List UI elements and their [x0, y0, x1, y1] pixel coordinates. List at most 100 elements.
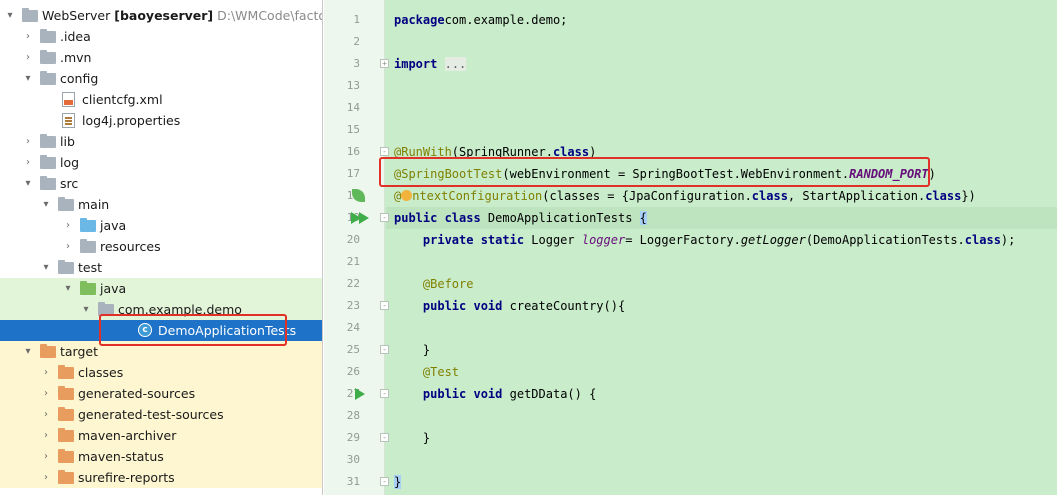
tree-item-label: maven-archiver	[78, 428, 177, 443]
code-line[interactable]: @Test	[394, 361, 459, 383]
chevron-down-icon[interactable]: ▾	[22, 68, 34, 89]
tree-item-label: maven-status	[78, 449, 164, 464]
chevron-down-icon[interactable]: ▾	[40, 257, 52, 278]
code-line[interactable]: @Before	[394, 273, 474, 295]
editor-gutter: 1231314151617181920212223242526272829303…	[324, 0, 385, 495]
code-line[interactable]: private static Logger logger= LoggerFact…	[394, 229, 1015, 251]
tree-item[interactable]: › surefire-reports	[0, 467, 322, 488]
chevron-down-icon[interactable]: ▾	[40, 194, 52, 215]
chevron-down-icon[interactable]: ▾	[80, 299, 92, 320]
fold-collapse-icon[interactable]: -	[380, 147, 389, 156]
tree-item[interactable]: › generated-sources	[0, 383, 322, 404]
folder-icon	[40, 71, 56, 86]
fold-collapse-icon[interactable]: -	[380, 345, 389, 354]
chevron-down-icon[interactable]: ▾	[4, 5, 16, 26]
code-line[interactable]: @ ntextConfiguration(classes = {JpaConfig…	[394, 185, 976, 207]
tree-item[interactable]: clientcfg.xml	[0, 89, 322, 110]
fold-collapse-icon[interactable]: -	[380, 389, 389, 398]
chevron-right-icon[interactable]: ›	[40, 446, 52, 467]
tree-item[interactable]: › .mvn	[0, 47, 322, 68]
chevron-down-icon[interactable]: ▾	[22, 173, 34, 194]
code-line[interactable]: public class DemoApplicationTests {	[394, 207, 647, 229]
chevron-right-icon[interactable]: ›	[62, 215, 74, 236]
code-line[interactable]: public void getDData() {	[394, 383, 596, 405]
tree-item[interactable]: › maven-status	[0, 446, 322, 467]
code-editor[interactable]: 1231314151617181920212223242526272829303…	[324, 0, 1057, 495]
excluded-folder-icon	[40, 344, 56, 359]
tree-item-label: config	[60, 71, 99, 86]
highlight-box-test-class	[99, 314, 287, 346]
fold-collapse-icon[interactable]: -	[380, 213, 389, 222]
tree-item[interactable]: ▾ main	[0, 194, 322, 215]
code-token: logger	[581, 233, 626, 247]
code-token: }	[394, 475, 402, 489]
chevron-right-icon[interactable]: ›	[40, 383, 52, 404]
tree-item[interactable]: ▾ WebServer [baoyeserver] D:\WMCode\facto…	[0, 5, 322, 26]
chevron-right-icon[interactable]: ›	[40, 404, 52, 425]
tree-item[interactable]: ▾ src	[0, 173, 322, 194]
code-line[interactable]: }	[394, 471, 402, 493]
tree-item[interactable]: › generated-test-sources	[0, 404, 322, 425]
tree-item-label: surefire-reports	[78, 470, 175, 485]
tree-item-label: resources	[100, 239, 161, 254]
line-number: 2	[353, 35, 360, 48]
code-line[interactable]: public void createCountry(){	[394, 295, 625, 317]
code-token: package	[394, 13, 445, 27]
tree-item-label: generated-sources	[78, 386, 196, 401]
excluded-folder-icon	[58, 407, 74, 422]
excluded-folder-icon	[58, 365, 74, 380]
code-token: @Test	[422, 365, 460, 379]
tree-item[interactable]: › java	[0, 215, 322, 236]
code-line[interactable]: }	[394, 339, 430, 361]
chevron-right-icon[interactable]: ›	[40, 467, 52, 488]
fold-collapse-icon[interactable]: -	[380, 301, 389, 310]
folder-icon	[58, 260, 74, 275]
code-token: @Before	[422, 277, 474, 291]
tree-item-label: target	[60, 344, 99, 359]
tree-item[interactable]: › maven-archiver	[0, 425, 322, 446]
code-line[interactable]: packagecom.example.demo;	[394, 9, 567, 31]
code-token: }	[394, 431, 431, 445]
tree-item[interactable]: ▾ test	[0, 257, 322, 278]
fold-expand-icon[interactable]: +	[380, 59, 389, 68]
source-folder-icon	[80, 218, 96, 233]
code-line[interactable]: }	[394, 427, 430, 449]
line-number: 29	[346, 431, 360, 444]
line-number: 3	[353, 57, 360, 70]
chevron-right-icon[interactable]: ›	[40, 362, 52, 383]
chevron-right-icon[interactable]: ›	[62, 236, 74, 257]
tree-item-label: WebServer [baoyeserver] D:\WMCode\factor…	[42, 5, 322, 26]
code-token: ntextConfiguration	[412, 189, 543, 203]
line-number: 1	[353, 13, 360, 26]
chevron-right-icon[interactable]: ›	[40, 425, 52, 446]
run-test-icon[interactable]	[355, 388, 365, 400]
chevron-right-icon[interactable]: ›	[22, 26, 34, 47]
code-token: = LoggerFactory.	[625, 233, 741, 247]
tree-item[interactable]: › lib	[0, 131, 322, 152]
fold-collapse-icon[interactable]: -	[380, 477, 389, 486]
tree-item-label: src	[60, 176, 79, 191]
fold-collapse-icon[interactable]: -	[380, 433, 389, 442]
test-source-folder-icon	[80, 281, 96, 296]
line-number: 23	[346, 299, 360, 312]
tree-item[interactable]: ▾ java	[0, 278, 322, 299]
run-test-icon[interactable]	[359, 212, 369, 224]
tree-item[interactable]: › classes	[0, 362, 322, 383]
code-token: );	[1000, 233, 1016, 247]
folder-icon	[40, 50, 56, 65]
tree-item[interactable]: › log	[0, 152, 322, 173]
code-token: public void	[422, 387, 503, 401]
tree-item[interactable]: log4j.properties	[0, 110, 322, 131]
chevron-right-icon[interactable]: ›	[22, 47, 34, 68]
code-line[interactable]: import ...	[394, 53, 467, 75]
chevron-down-icon[interactable]: ▾	[22, 341, 34, 362]
tree-item[interactable]: › .idea	[0, 26, 322, 47]
line-number: 30	[346, 453, 360, 466]
tree-item[interactable]: ▾ config	[0, 68, 322, 89]
lightbulb-icon[interactable]	[401, 190, 413, 201]
chevron-down-icon[interactable]: ▾	[62, 278, 74, 299]
tree-item[interactable]: › resources	[0, 236, 322, 257]
chevron-right-icon[interactable]: ›	[22, 131, 34, 152]
chevron-right-icon[interactable]: ›	[22, 152, 34, 173]
